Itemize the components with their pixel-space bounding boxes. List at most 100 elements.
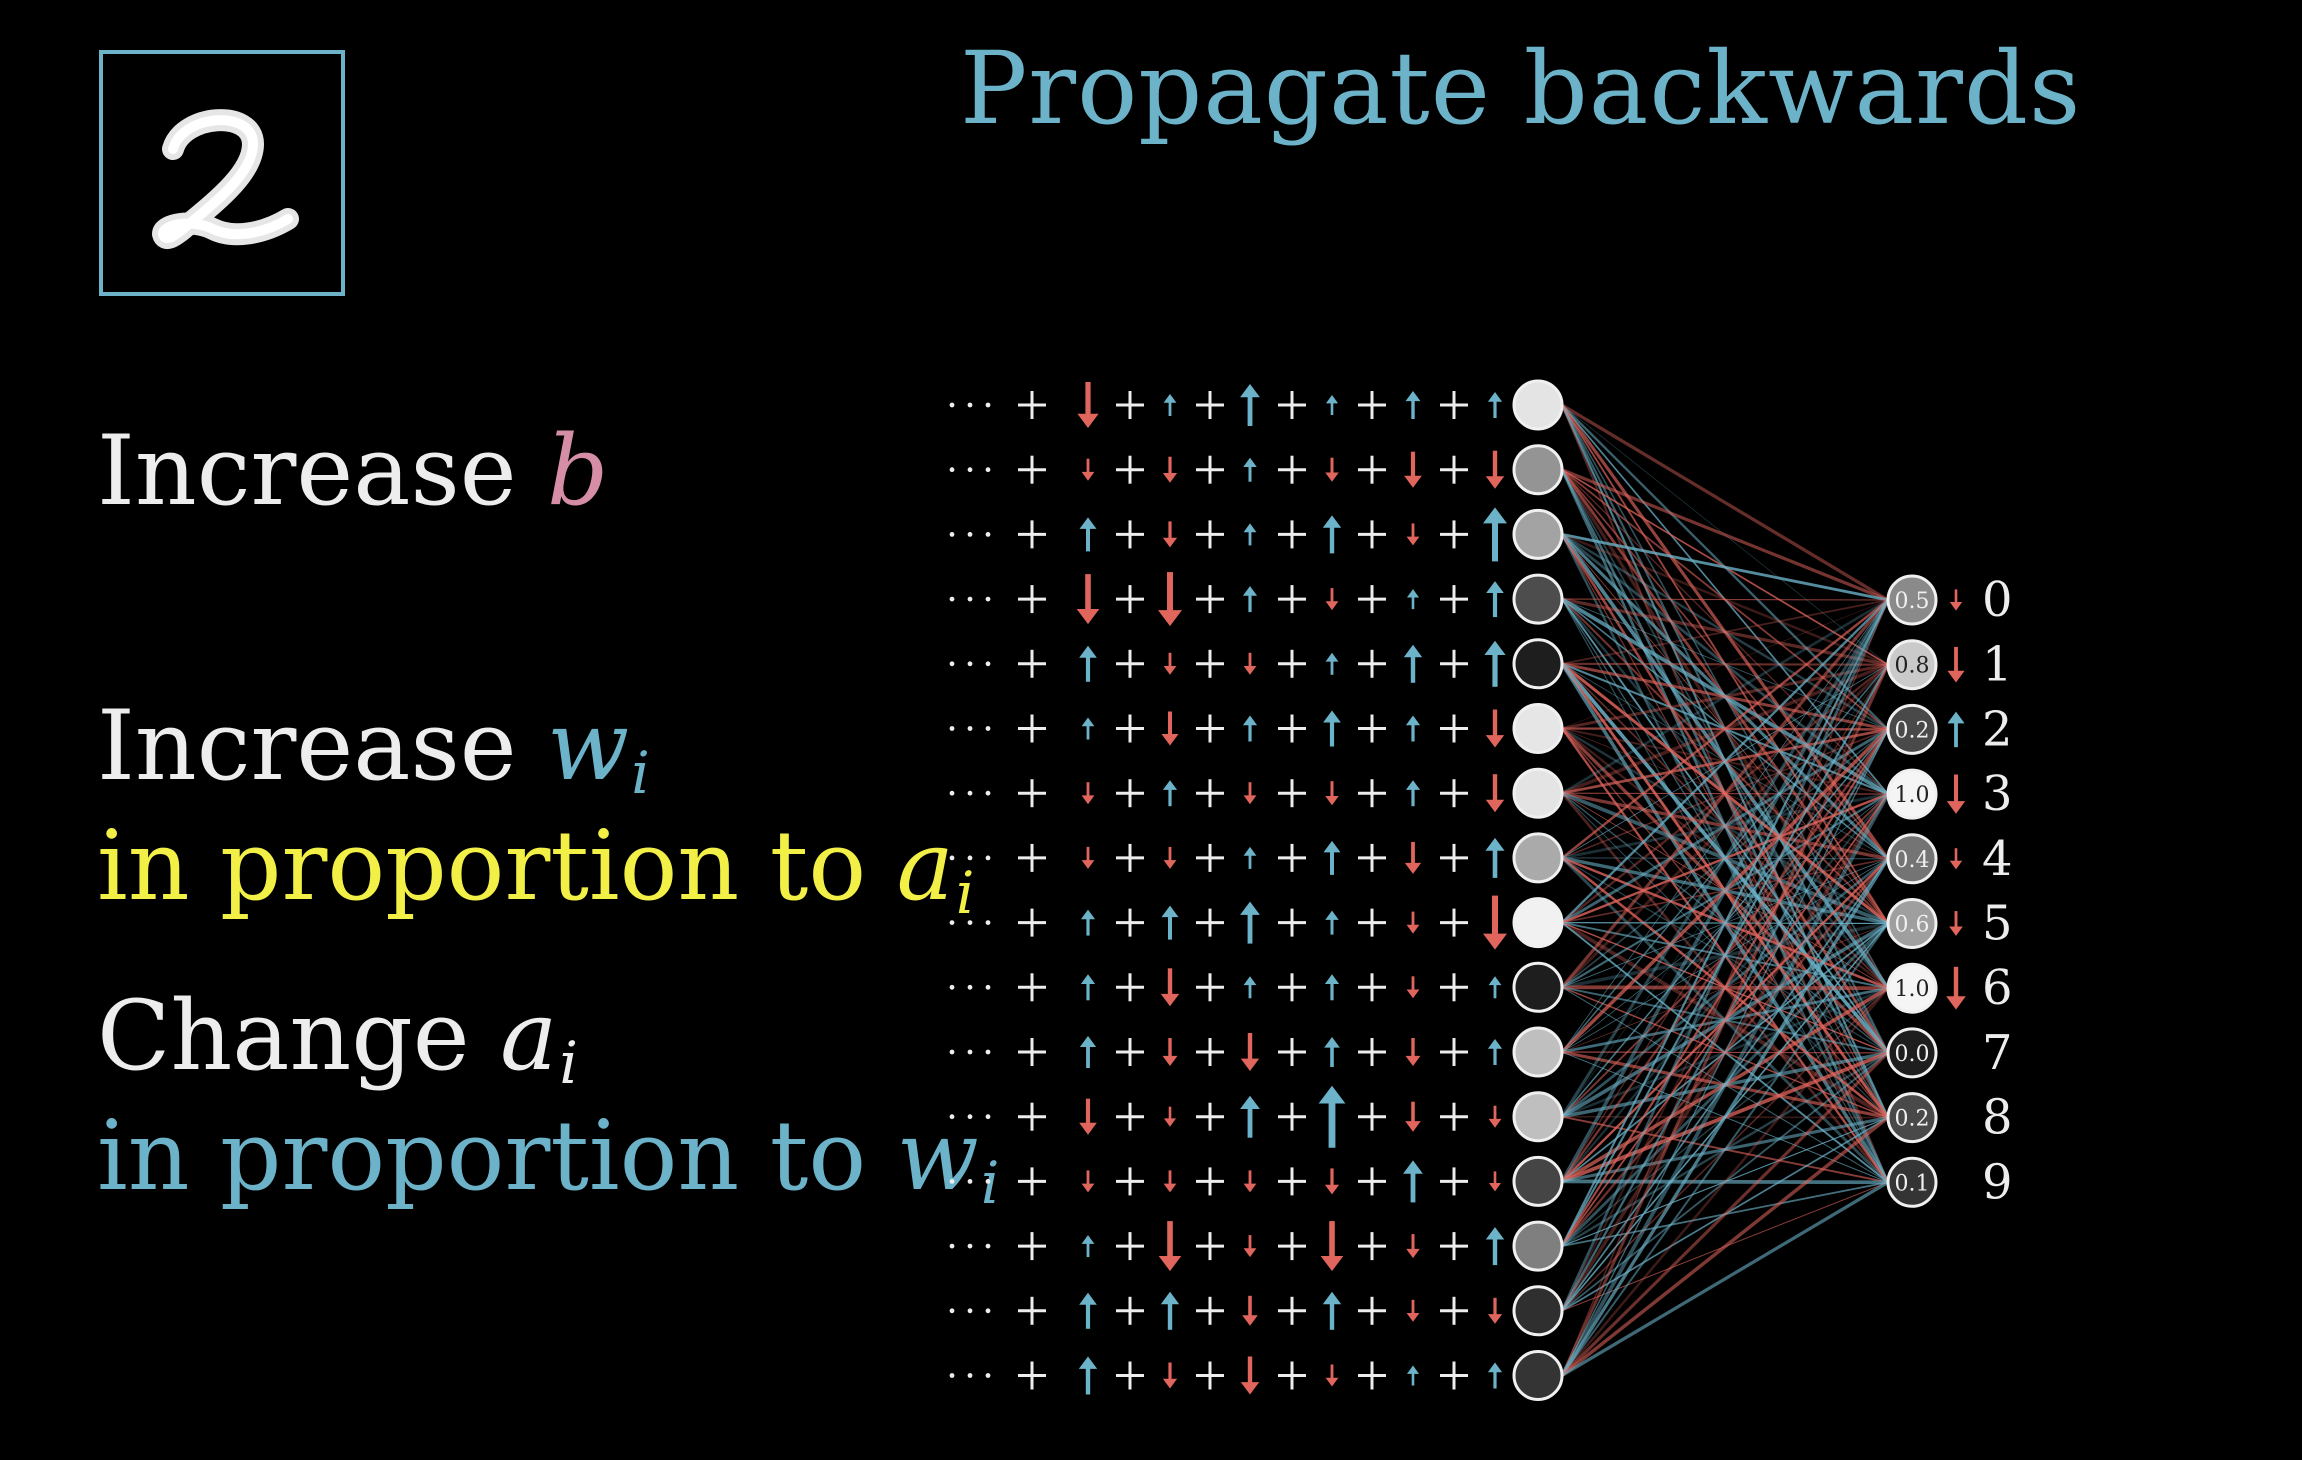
up-arrow-icon <box>1243 976 1257 999</box>
output-layer: 0.5 00.8 10.2 21.0 30.4 40.6 51.0 60.0 70.2 80.1 9 <box>1886 572 2013 1210</box>
output-activation-value: 0.0 <box>1895 1042 1930 1067</box>
ellipsis-dot <box>985 596 991 602</box>
sum-row <box>949 1160 1502 1203</box>
output-digit-label: 0 <box>1982 572 2013 628</box>
up-arrow-icon <box>1488 976 1502 999</box>
sum-row <box>949 1033 1503 1071</box>
ellipsis-dot <box>967 661 973 667</box>
output-digit-label: 3 <box>1982 766 2013 822</box>
hidden-neuron <box>1512 897 1564 949</box>
down-arrow-icon <box>1081 846 1095 869</box>
output-digit-label: 8 <box>1982 1090 2013 1146</box>
down-arrow-icon <box>1240 1356 1260 1395</box>
sum-row <box>949 774 1505 813</box>
ellipsis-dot <box>949 984 955 990</box>
output-neuron: 0.2 8 <box>1886 1090 2013 1146</box>
up-arrow-icon <box>1403 644 1423 683</box>
down-arrow-icon <box>1081 782 1095 805</box>
output-neuron: 0.6 5 <box>1886 896 2013 952</box>
down-arrow-icon <box>1488 1105 1502 1128</box>
hidden-neuron <box>1512 1091 1564 1143</box>
down-arrow-icon <box>1163 846 1177 869</box>
output-neuron: 1.0 3 <box>1886 766 2013 822</box>
down-arrow-icon <box>1320 1221 1344 1272</box>
output-neuron: 0.1 9 <box>1886 1154 2013 1210</box>
down-arrow-icon <box>1243 782 1257 805</box>
ellipsis-dot <box>949 855 955 861</box>
output-digit-label: 6 <box>1982 960 2013 1016</box>
up-arrow-icon <box>1243 846 1257 869</box>
ellipsis-dot <box>985 1179 991 1184</box>
ellipsis-dot <box>967 596 973 602</box>
up-arrow-icon <box>1483 507 1507 562</box>
up-arrow-icon <box>1322 1291 1342 1330</box>
down-arrow-icon <box>1949 589 1963 611</box>
output-activation-value: 1.0 <box>1895 977 1930 1002</box>
up-arrow-icon <box>1947 711 1965 748</box>
up-arrow-icon <box>1322 515 1342 554</box>
sum-row <box>949 1221 1505 1272</box>
hidden-neuron <box>1512 1285 1564 1337</box>
hidden-neuron <box>1512 767 1564 819</box>
network-diagram: 0.5 00.8 10.2 21.0 30.4 40.6 51.0 60.0 70.2 80.1 9 <box>949 379 2013 1401</box>
output-neuron: 0.2 2 <box>1886 701 2013 757</box>
ellipsis-dot <box>985 726 991 731</box>
down-arrow-icon <box>1485 709 1505 748</box>
down-arrow-icon <box>1406 1299 1420 1322</box>
sum-row <box>949 640 1506 687</box>
output-activation-value: 0.5 <box>1895 589 1930 614</box>
down-arrow-icon <box>1947 646 1965 683</box>
down-arrow-icon <box>1158 1221 1182 1272</box>
output-digit-label: 2 <box>1982 701 2013 757</box>
hidden-neuron <box>1512 1155 1564 1207</box>
up-arrow-icon <box>1323 710 1341 747</box>
up-arrow-icon <box>1406 589 1420 610</box>
down-arrow-icon <box>1158 572 1182 627</box>
ellipsis-dot <box>967 1114 973 1120</box>
ellipsis-dot <box>949 532 955 537</box>
ellipsis-dot <box>967 855 973 861</box>
ellipsis-dot <box>949 1049 955 1055</box>
down-arrow-icon <box>1325 457 1339 482</box>
down-arrow-icon <box>1325 588 1339 611</box>
ellipsis-dot <box>949 920 955 925</box>
up-arrow-icon <box>1325 652 1339 675</box>
output-digit-label: 7 <box>1982 1025 2013 1081</box>
hidden-neuron <box>1512 508 1564 560</box>
up-arrow-icon <box>1318 1085 1346 1148</box>
hidden-neuron <box>1512 961 1564 1013</box>
up-arrow-icon <box>1403 1160 1423 1203</box>
ellipsis-dot <box>949 790 955 796</box>
down-arrow-icon <box>1243 652 1257 675</box>
ellipsis-dot <box>967 1308 973 1314</box>
down-arrow-icon <box>1240 1033 1260 1071</box>
ellipsis-dot <box>985 984 991 990</box>
hidden-neuron <box>1512 379 1564 431</box>
up-arrow-icon <box>1163 394 1177 416</box>
ellipsis-dot <box>949 1373 955 1378</box>
down-arrow-icon <box>1162 1362 1178 1389</box>
output-activation-value: 0.6 <box>1895 913 1930 938</box>
up-arrow-icon <box>1405 780 1421 807</box>
ellipsis-dot <box>967 1373 973 1378</box>
ellipsis-dot <box>967 790 973 796</box>
down-arrow-icon <box>1325 1364 1339 1387</box>
output-neuron: 0.0 7 <box>1886 1025 2013 1081</box>
down-arrow-icon <box>1163 652 1177 675</box>
ellipsis-dot <box>985 855 991 861</box>
down-arrow-icon <box>1163 1170 1177 1193</box>
ellipsis-dot <box>949 1179 955 1184</box>
sum-row <box>949 968 1502 1007</box>
hidden-layer <box>1512 379 1564 1401</box>
ellipsis-dot <box>985 1049 991 1055</box>
output-activation-value: 1.0 <box>1895 783 1930 808</box>
output-activation-value: 0.2 <box>1895 718 1930 743</box>
down-arrow-icon <box>1949 848 1963 870</box>
down-arrow-icon <box>1163 1106 1177 1127</box>
ellipsis-dot <box>985 532 991 537</box>
down-arrow-icon <box>1162 1038 1178 1066</box>
up-arrow-icon <box>1162 780 1178 807</box>
up-arrow-icon <box>1078 1356 1098 1395</box>
up-arrow-icon <box>1323 840 1341 875</box>
down-arrow-icon <box>1081 458 1095 481</box>
